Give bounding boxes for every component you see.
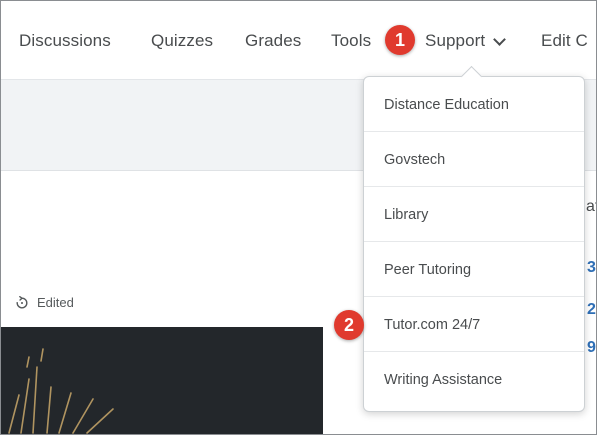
nav-support-menu[interactable]: Support <box>425 31 507 51</box>
right-link-fragment[interactable]: 3 <box>587 259 596 277</box>
screenshot-frame: Discussions Quizzes Grades Tools Support… <box>0 0 597 435</box>
right-link-fragment[interactable]: 9 <box>587 339 596 357</box>
decorative-lines <box>8 348 114 434</box>
history-icon <box>16 295 28 308</box>
menu-item-tutor-com[interactable]: Tutor.com 24/7 <box>364 298 584 352</box>
right-column-fragment: at <box>586 198 596 215</box>
nav-tools[interactable]: Tools <box>331 31 371 51</box>
menu-item-writing-assistance[interactable]: Writing Assistance <box>364 353 584 407</box>
nav-discussions[interactable]: Discussions <box>19 31 111 51</box>
course-navbar: Discussions Quizzes Grades Tools Support… <box>1 1 596 80</box>
course-banner-image <box>1 327 323 434</box>
step-badge-1: 1 <box>385 25 415 55</box>
nav-quizzes[interactable]: Quizzes <box>151 31 213 51</box>
nav-grades[interactable]: Grades <box>245 31 301 51</box>
menu-item-peer-tutoring[interactable]: Peer Tutoring <box>364 243 584 297</box>
nav-edit-course[interactable]: Edit C <box>541 31 588 51</box>
edited-label: Edited <box>37 295 74 310</box>
step-badge-2: 2 <box>334 310 364 340</box>
menu-item-distance-education[interactable]: Distance Education <box>364 78 584 132</box>
menu-item-library[interactable]: Library <box>364 188 584 242</box>
right-link-fragment[interactable]: 2 <box>587 301 596 319</box>
nav-support-label: Support <box>425 31 486 50</box>
menu-item-govstech[interactable]: Govstech <box>364 133 584 187</box>
chevron-down-icon <box>493 32 507 46</box>
edited-indicator: Edited <box>15 295 74 310</box>
support-dropdown-menu: Distance Education Govstech Library Peer… <box>363 65 585 412</box>
